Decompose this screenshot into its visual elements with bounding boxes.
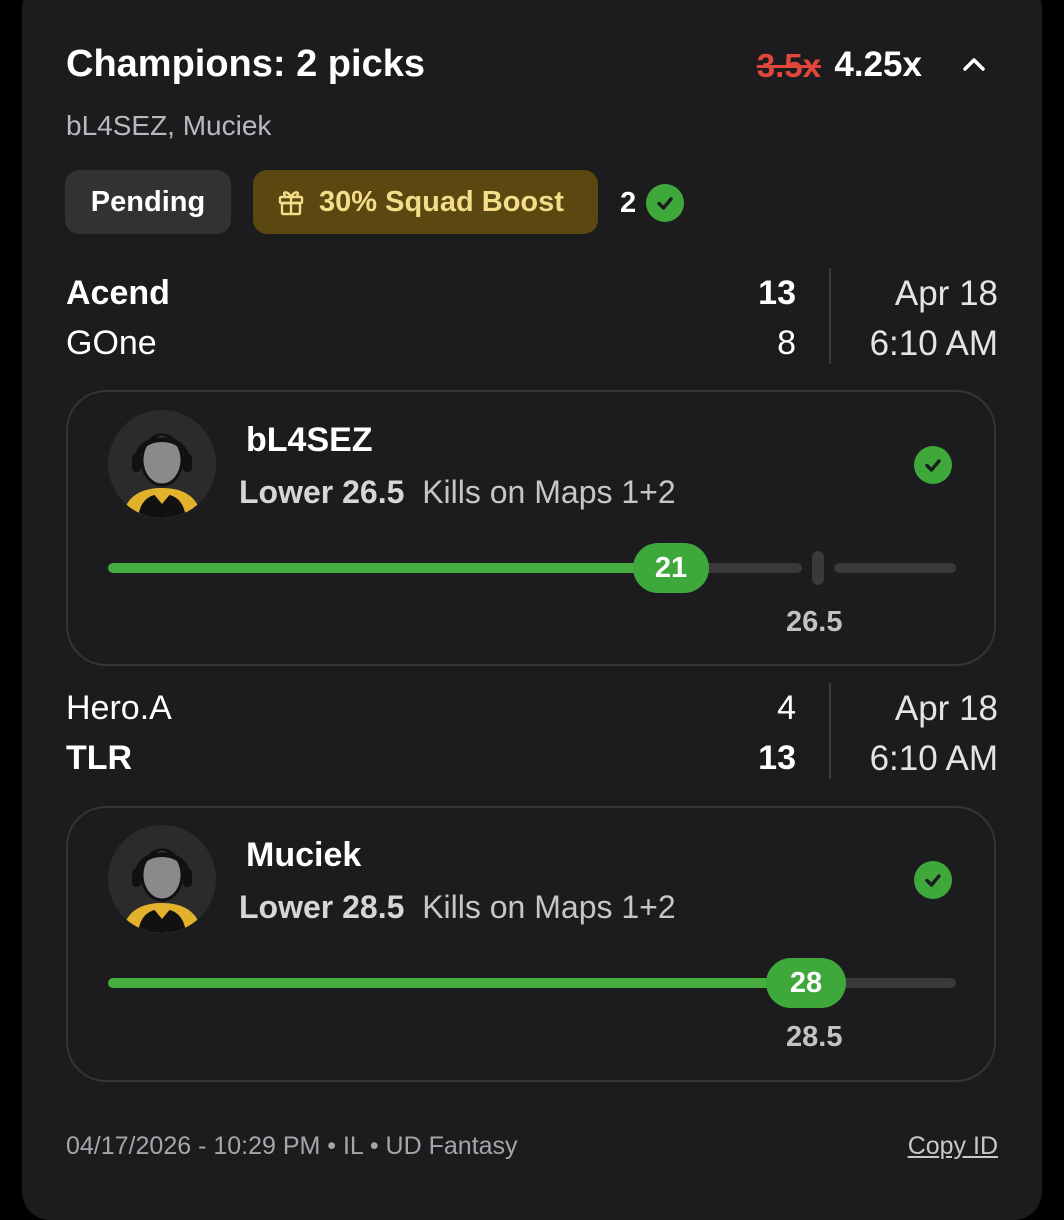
status-badge: Pending <box>65 170 231 234</box>
progress-fill-2 <box>108 978 806 988</box>
current-value-bubble-2: 28 <box>766 958 846 1008</box>
original-multiplier: 3.5x <box>756 47 821 84</box>
entry-players: bL4SEZ, Muciek <box>66 110 272 141</box>
player-avatar-2 <box>108 825 216 933</box>
match-1-divider <box>829 268 831 364</box>
player-avatar-1 <box>108 410 216 518</box>
pick-1-line: Lower 26.5 Kills on Maps 1+2 <box>239 474 676 511</box>
line-value-label-1: 26.5 <box>786 606 843 638</box>
pick-1-player: bL4SEZ <box>246 421 373 459</box>
pick-1-direction: Lower 26.5 <box>239 474 405 510</box>
match-2-score-2: 13 <box>758 739 796 777</box>
match-1-score-1: 13 <box>758 274 796 312</box>
match-1-score-2: 8 <box>777 324 796 362</box>
status-label: Pending <box>90 185 206 218</box>
match-2-team-2: TLR <box>66 739 133 777</box>
progress-track-overflow-1 <box>834 563 956 573</box>
pick-2-line: Lower 28.5 Kills on Maps 1+2 <box>239 889 676 926</box>
match-1-team-1: Acend <box>66 274 170 312</box>
check-circle-icon <box>914 446 952 484</box>
current-value-bubble-1: 21 <box>633 543 709 593</box>
won-count-label: 2 <box>620 186 637 219</box>
check-circle-icon <box>914 861 952 899</box>
match-2-divider <box>829 683 831 779</box>
entry-meta: 04/17/2026 - 10:29 PM • IL • UD Fantasy <box>66 1132 518 1160</box>
match-1-team-2: GOne <box>66 324 157 362</box>
match-2-date: Apr 18 <box>894 689 998 728</box>
progress-fill-1 <box>108 563 671 573</box>
match-1-date: Apr 18 <box>894 274 998 313</box>
pick-2-player: Muciek <box>246 836 362 874</box>
copy-id-link[interactable]: Copy ID <box>908 1132 998 1161</box>
check-circle-icon <box>646 184 685 222</box>
chevron-up-icon[interactable] <box>962 54 986 74</box>
entry-title: Champions: 2 picks <box>66 43 425 85</box>
progress-track-overflow-2 <box>834 978 956 988</box>
boost-label: 30% Squad Boost <box>319 185 564 218</box>
match-2-score-1: 4 <box>777 689 796 727</box>
match-2-time: 6:10 AM <box>869 739 998 778</box>
pick-2-direction: Lower 28.5 <box>239 889 405 925</box>
pick-2-stat: Kills on Maps 1+2 <box>422 889 676 925</box>
won-picks-count: 2 <box>620 184 685 222</box>
line-value-label-2: 28.5 <box>786 1021 843 1053</box>
boosted-multiplier: 4.25x <box>834 45 922 84</box>
match-1-time: 6:10 AM <box>869 324 998 363</box>
pick-1-stat: Kills on Maps 1+2 <box>422 474 676 510</box>
line-marker-1 <box>812 551 824 585</box>
match-2-team-1: Hero.A <box>66 689 172 727</box>
squad-boost-badge[interactable]: 30% Squad Boost <box>253 170 598 234</box>
gift-icon <box>278 191 304 216</box>
